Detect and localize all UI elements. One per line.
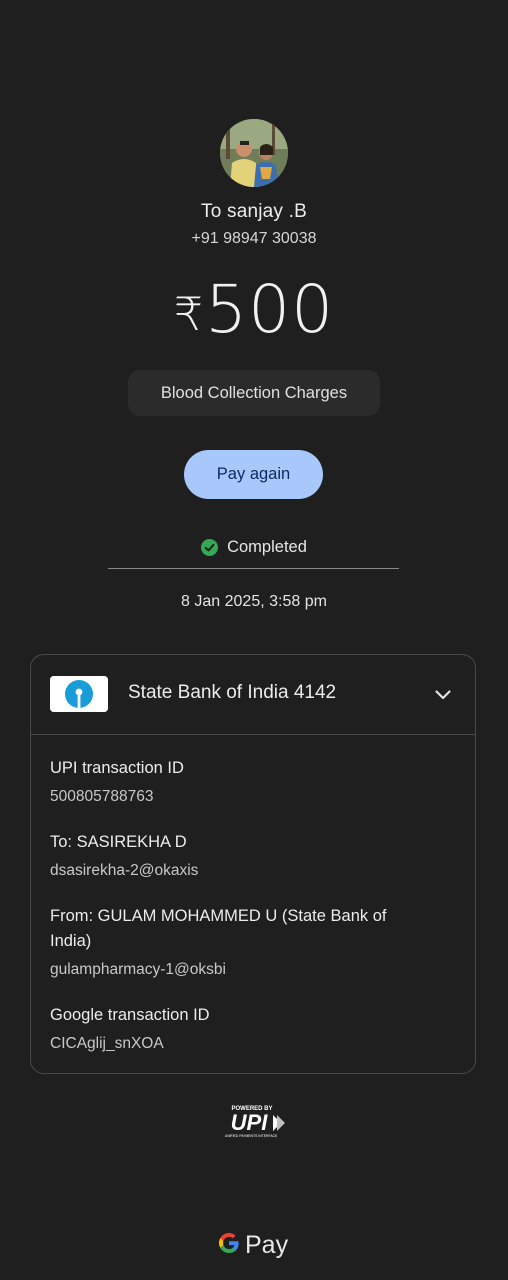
payment-status: Completed (0, 535, 508, 559)
payment-amount: ₹500 (0, 272, 508, 348)
detail-label: Google transaction ID (50, 1006, 210, 1024)
detail-label: To: SASIREKHA D (50, 833, 187, 851)
detail-value: dsasirekha-2@okaxis (50, 862, 199, 879)
gpay-text: Pay (245, 1230, 289, 1259)
detail-value: gulampharmacy-1@oksbi (50, 961, 226, 978)
recipient-avatar (220, 119, 288, 187)
pay-again-button[interactable]: Pay again (184, 450, 323, 499)
detail-label: From: GULAM MOHAMMED U (State Bank of In… (50, 907, 387, 950)
transaction-details-card: State Bank of India 4142 UPI transaction… (30, 654, 476, 1074)
upi-mark: UPI (231, 1110, 269, 1135)
google-pay-logo: Pay (217, 1227, 293, 1263)
amount-value: 500 (205, 271, 335, 348)
recipient-name: To sanjay .B (201, 201, 307, 222)
chevron-down-icon[interactable] (431, 683, 455, 707)
transaction-datetime: 8 Jan 2025, 3:58 pm (181, 593, 327, 610)
divider (108, 568, 399, 569)
detail-to: To: SASIREKHA D dsasirekha-2@okaxis (50, 830, 450, 882)
detail-google-transaction-id: Google transaction ID CICAglij_snXOA (50, 1003, 450, 1055)
detail-value: 500805788763 (50, 788, 154, 805)
check-circle-icon (201, 538, 219, 556)
google-g-icon (217, 1231, 241, 1260)
bank-account-header[interactable]: State Bank of India 4142 (31, 655, 475, 735)
currency-symbol: ₹ (173, 287, 204, 341)
recipient-phone: +91 98947 30038 (191, 230, 317, 247)
upi-logo: POWERED BY UPI UNIFIED PAYMENTS INTERFAC… (221, 1103, 287, 1139)
detail-label: UPI transaction ID (50, 759, 184, 777)
detail-value: CICAglij_snXOA (50, 1035, 164, 1052)
detail-from: From: GULAM MOHAMMED U (State Bank of In… (50, 904, 430, 981)
bank-account-name: State Bank of India 4142 (128, 682, 337, 703)
status-label: Completed (227, 537, 307, 556)
sbi-logo-icon (50, 676, 108, 712)
payment-note: Blood Collection Charges (128, 370, 380, 416)
upi-tagline: UNIFIED PAYMENTS INTERFACE (225, 1134, 278, 1138)
detail-upi-transaction-id: UPI transaction ID 500805788763 (50, 756, 450, 808)
